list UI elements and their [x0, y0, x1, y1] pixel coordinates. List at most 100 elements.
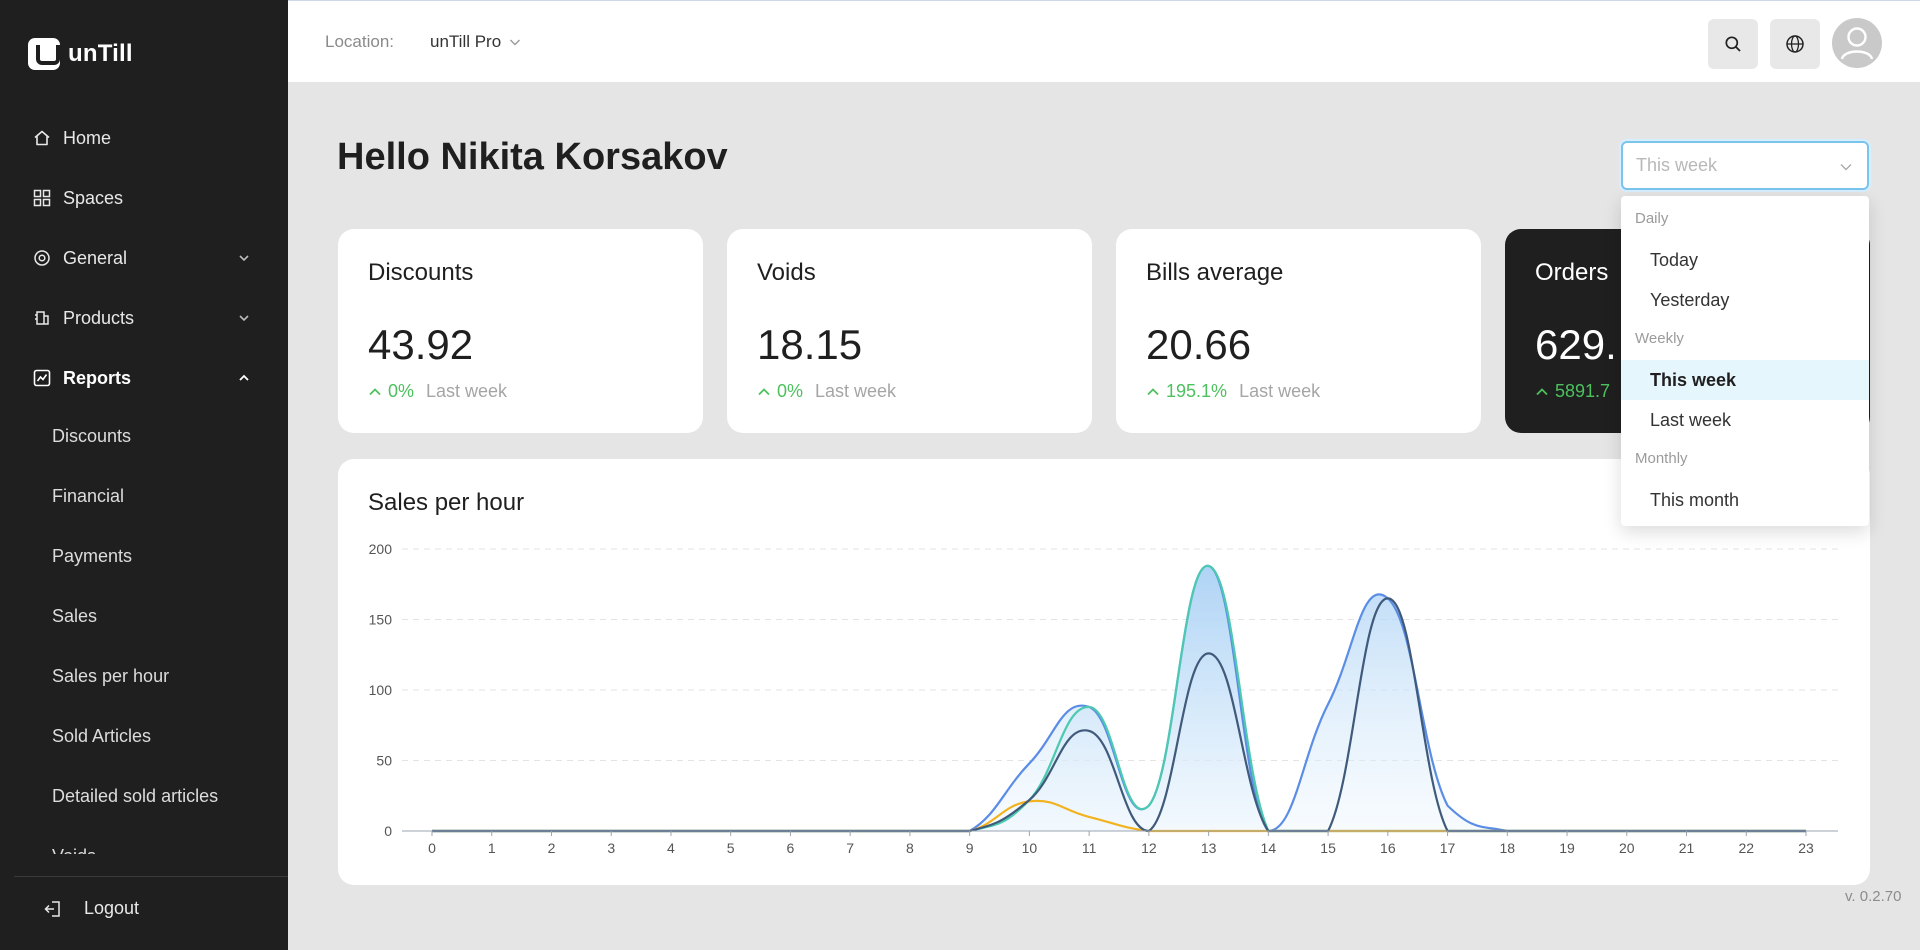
user-icon — [1840, 27, 1874, 60]
page-title: Hello Nikita Korsakov — [337, 136, 728, 178]
sidebar-subitem-voids[interactable]: Voids — [0, 826, 288, 855]
card-value: 629. — [1535, 321, 1617, 368]
sidebar: unTill Home Spaces General Products Repo… — [0, 0, 288, 950]
arrow-up-icon — [1147, 387, 1159, 395]
period-option-this-month[interactable]: This month — [1621, 480, 1869, 520]
series-area — [432, 565, 1806, 831]
x-tick-label: 2 — [548, 840, 556, 856]
x-tick-label: 20 — [1619, 840, 1635, 856]
y-tick-label: 50 — [376, 753, 392, 769]
period-select-value: This week — [1636, 155, 1718, 175]
x-tick-label: 8 — [906, 840, 914, 856]
arrow-up-icon — [1536, 387, 1548, 395]
arrow-up-icon — [369, 387, 381, 395]
sidebar-item-label: Home — [63, 127, 112, 148]
x-tick-label: 10 — [1022, 840, 1038, 856]
x-tick-label: 22 — [1738, 840, 1754, 856]
x-tick-label: 13 — [1201, 840, 1217, 856]
x-tick-label: 6 — [787, 840, 795, 856]
card-title: Discounts — [368, 259, 474, 286]
bills-average-card: Bills average 20.66 195.1% Last week — [1116, 229, 1481, 433]
delta-percent: 0% — [388, 381, 415, 401]
chart-icon — [32, 368, 52, 388]
x-tick-label: 9 — [966, 840, 974, 856]
arrow-up-icon — [758, 387, 770, 395]
sidebar-subitem-sales-per-hour[interactable]: Sales per hour — [0, 646, 288, 706]
x-tick-label: 15 — [1320, 840, 1336, 856]
untill-logo-icon — [28, 38, 60, 70]
card-value: 20.66 — [1146, 321, 1252, 368]
x-tick-label: 7 — [846, 840, 854, 856]
sidebar-item-home[interactable]: Home — [0, 108, 288, 168]
sidebar-subitem-discounts[interactable]: Discounts — [0, 406, 288, 466]
location-value: unTill Pro — [430, 32, 502, 51]
sidebar-subitem-sales[interactable]: Sales — [0, 586, 288, 646]
card-delta: 195.1% Last week — [1146, 381, 1320, 402]
location-select[interactable]: unTill Pro — [430, 32, 521, 52]
sidebar-item-label: General — [63, 247, 128, 268]
x-tick-label: 17 — [1440, 840, 1456, 856]
period-option-yesterday[interactable]: Yesterday — [1621, 280, 1869, 320]
x-tick-label: 1 — [488, 840, 496, 856]
x-tick-label: 12 — [1141, 840, 1157, 856]
dropdown-group-label: Monthly — [1635, 450, 1688, 467]
app-logo[interactable]: unTill — [28, 38, 133, 70]
y-tick-label: 200 — [369, 541, 393, 557]
voids-card: Voids 18.15 0% Last week — [727, 229, 1092, 433]
x-tick-label: 18 — [1500, 840, 1516, 856]
delta-reference: Last week — [1239, 381, 1321, 401]
user-avatar[interactable] — [1832, 18, 1882, 68]
x-tick-label: 19 — [1559, 840, 1575, 856]
card-value: 43.92 — [368, 321, 474, 368]
card-delta: 0% Last week — [757, 381, 896, 402]
sidebar-subitem-detailed-sold-articles[interactable]: Detailed sold articles — [0, 766, 288, 826]
card-delta: 5891.7 — [1535, 381, 1610, 402]
sidebar-item-products[interactable]: Products — [0, 288, 288, 348]
sidebar-subitem-payments[interactable]: Payments — [0, 526, 288, 586]
x-tick-label: 5 — [727, 840, 735, 856]
language-button[interactable] — [1770, 19, 1820, 69]
period-option-today[interactable]: Today — [1621, 240, 1869, 280]
sidebar-subitem-financial[interactable]: Financial — [0, 466, 288, 526]
x-tick-label: 4 — [667, 840, 675, 856]
x-tick-label: 3 — [607, 840, 615, 856]
sidebar-item-reports[interactable]: Reports — [0, 348, 288, 408]
reports-submenu: Discounts Financial Payments Sales Sales… — [0, 406, 288, 855]
dropdown-group-label: Weekly — [1635, 330, 1684, 347]
logout-icon — [44, 900, 60, 917]
chevron-up-icon — [239, 374, 249, 381]
sidebar-divider — [14, 876, 288, 877]
search-button[interactable] — [1708, 19, 1758, 69]
delta-percent: 195.1% — [1166, 381, 1228, 401]
y-tick-label: 100 — [369, 682, 393, 698]
sidebar-item-label: Products — [63, 307, 135, 328]
period-option-last-week[interactable]: Last week — [1621, 400, 1869, 440]
products-icon — [32, 308, 52, 328]
y-tick-label: 0 — [384, 823, 392, 839]
period-select[interactable]: This week — [1621, 141, 1869, 190]
delta-reference: Last week — [815, 381, 897, 401]
period-dropdown: Daily Today Yesterday Weekly This week L… — [1621, 196, 1869, 526]
x-tick-label: 0 — [428, 840, 436, 856]
sidebar-item-general[interactable]: General — [0, 228, 288, 288]
period-option-this-week[interactable]: This week — [1621, 360, 1869, 400]
logout-button[interactable]: Logout — [44, 898, 139, 919]
delta-reference: Last week — [426, 381, 508, 401]
logout-label: Logout — [84, 898, 140, 918]
settings-icon — [32, 248, 52, 268]
chevron-down-icon — [510, 39, 521, 46]
search-icon — [1725, 36, 1741, 52]
x-tick-label: 14 — [1261, 840, 1277, 856]
discounts-card: Discounts 43.92 0% Last week — [338, 229, 703, 433]
sidebar-subitem-sold-articles[interactable]: Sold Articles — [0, 706, 288, 766]
app-name: unTill — [68, 40, 133, 67]
chevron-down-icon — [1840, 164, 1852, 171]
card-title: Voids — [757, 259, 816, 286]
x-tick-label: 23 — [1798, 840, 1814, 856]
x-tick-label: 16 — [1380, 840, 1396, 856]
home-icon — [32, 128, 52, 148]
dropdown-group-label: Daily — [1635, 210, 1669, 227]
location-label: Location: — [325, 32, 394, 51]
sidebar-item-spaces[interactable]: Spaces — [0, 168, 288, 228]
sidebar-item-label: Spaces — [63, 187, 124, 208]
